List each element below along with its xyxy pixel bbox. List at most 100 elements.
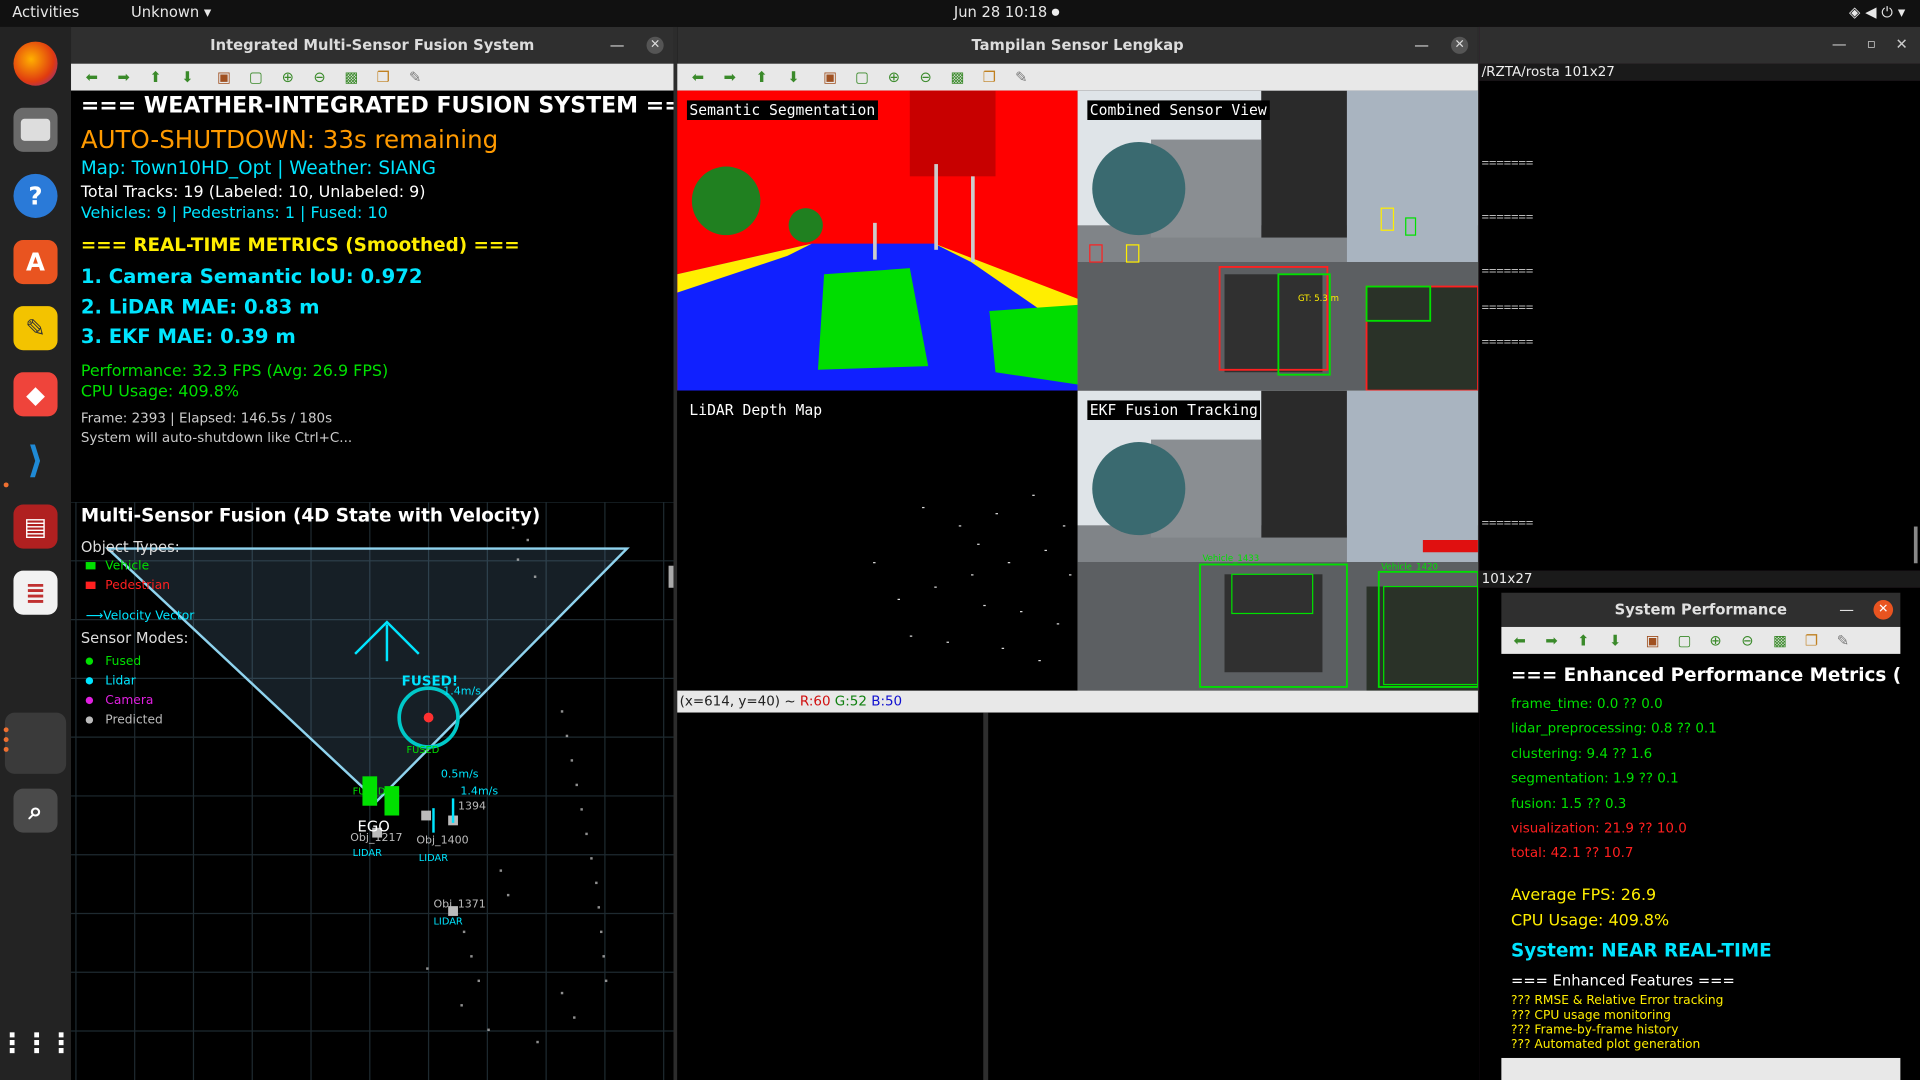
zoom-region-icon[interactable]: ▢	[853, 69, 870, 86]
lidar-dot	[85, 677, 94, 685]
track-label: Vehicle_1420	[1381, 562, 1439, 572]
perf-visualization: visualization: 21.9 ?? 10.0	[1511, 820, 1687, 837]
pan-down-icon[interactable]: ⬇	[179, 69, 196, 86]
save-icon[interactable]: ▩	[949, 69, 966, 86]
vscode-icon[interactable]: ⟩	[13, 438, 57, 482]
document-viewer-icon[interactable]: ≣	[13, 570, 58, 615]
note-text: System will auto-shutdown like Ctrl+C...	[80, 429, 353, 446]
fused-target-center	[423, 712, 434, 723]
performance-titlebar[interactable]: System Performance — ✕	[1501, 592, 1901, 627]
speed-label: 0.5m/s	[440, 768, 479, 782]
predicted-marker	[421, 810, 432, 821]
bev-panel: Multi-Sensor Fusion (4D State with Veloc…	[71, 502, 674, 1080]
segmentation-view[interactable]: Semantic Segmentation	[677, 90, 1078, 391]
copy-icon[interactable]: ❐	[375, 69, 392, 86]
close-button[interactable]: ✕	[646, 36, 664, 54]
minimize-button[interactable]: —	[1414, 27, 1429, 64]
minimize-button[interactable]: —	[610, 27, 625, 64]
legend-lidar-label: Lidar	[105, 674, 136, 689]
fov-cone	[104, 547, 630, 803]
files-icon[interactable]	[13, 107, 58, 152]
pan-down-icon[interactable]: ⬇	[1609, 632, 1621, 649]
sensor-window: Tampilan Sensor Lengkap — ✕ ⬅ ➡ ⬆ ⬇ ▣ ▢ …	[677, 26, 1478, 713]
firefox-icon[interactable]	[13, 41, 58, 86]
terminal-pane[interactable]: ======= ======= ======= ======= ======= …	[1479, 80, 1920, 571]
window-title: Tampilan Sensor Lengkap	[971, 36, 1184, 54]
show-apps-icon[interactable]: ⋮⋮⋮	[0, 1021, 75, 1065]
pan-right-icon[interactable]: ➡	[721, 69, 738, 86]
zoom-region-icon[interactable]: ▢	[1678, 632, 1692, 649]
zoom-out-icon[interactable]: ⊖	[917, 69, 934, 86]
legend-camera-label: Camera	[105, 694, 154, 708]
activities-button[interactable]: Activities	[12, 4, 79, 21]
active-app-icon[interactable]	[4, 712, 67, 774]
terminal-line: =======	[1481, 264, 1534, 278]
terminal-line: =======	[1481, 156, 1534, 171]
pan-left-icon[interactable]: ⬅	[83, 69, 100, 86]
legend-predicted-label: Predicted	[105, 713, 163, 728]
image-icon[interactable]: ▣	[1646, 632, 1660, 649]
save-icon[interactable]: ▩	[343, 69, 360, 86]
terminal-titlebar[interactable]: — ▫ ✕	[1479, 26, 1920, 64]
properties-icon[interactable]: ✎	[1837, 632, 1849, 649]
ekf-tracking-view[interactable]: EKF Fusion Tracking Vehicle_1433 Vehicle…	[1077, 390, 1478, 691]
properties-icon[interactable]: ✎	[1013, 69, 1030, 86]
copy-icon[interactable]: ❐	[981, 69, 998, 86]
window-scrollbar[interactable]	[668, 565, 674, 588]
status-panel: === WEATHER-INTEGRATED FUSION SYSTEM ===…	[71, 90, 674, 503]
performance-statusbar	[1501, 1057, 1901, 1080]
perf-heading: === Enhanced Performance Metrics (m	[1511, 663, 1901, 686]
track-label: Vehicle_1433	[1202, 553, 1260, 564]
speed-label: 1.4m/s	[460, 786, 499, 799]
lidar-depth-view[interactable]: LiDAR Depth Map	[677, 390, 1078, 691]
pan-up-icon[interactable]: ⬆	[147, 69, 164, 86]
monitor-icon[interactable]: ▤	[13, 504, 58, 549]
pan-left-icon[interactable]: ⬅	[1513, 632, 1525, 649]
fusion-window: Integrated Multi-Sensor Fusion System — …	[71, 26, 674, 1080]
pan-right-icon[interactable]: ➡	[1545, 632, 1557, 649]
search-app-icon[interactable]: ⌕	[13, 788, 58, 833]
zoom-region-icon[interactable]: ▢	[247, 69, 264, 86]
maximize-button[interactable]: ▫	[1867, 36, 1876, 52]
minimize-button[interactable]: —	[1832, 36, 1847, 53]
terminal-scrollbar[interactable]	[1913, 526, 1918, 564]
legend-camera: Camera	[85, 694, 154, 708]
pan-up-icon[interactable]: ⬆	[1577, 632, 1589, 649]
software-icon[interactable]: A	[13, 240, 58, 285]
zoom-out-icon[interactable]: ⊖	[311, 69, 328, 86]
image-icon[interactable]: ▣	[822, 69, 839, 86]
metrics-header: === REAL-TIME METRICS (Smoothed) ===	[80, 233, 520, 256]
features-header: === Enhanced Features ===	[1511, 972, 1735, 990]
sensor-window-titlebar[interactable]: Tampilan Sensor Lengkap — ✕	[677, 26, 1478, 64]
image-icon[interactable]: ▣	[216, 69, 233, 86]
header-text: === WEATHER-INTEGRATED FUSION SYSTEM ===	[80, 93, 674, 119]
clock[interactable]: Jun 28 10:18	[954, 4, 1047, 21]
properties-icon[interactable]: ✎	[407, 69, 424, 86]
running-indicator	[3, 746, 9, 752]
text-editor-icon[interactable]: ✎	[13, 306, 58, 351]
app-menu[interactable]: Unknown ▾	[131, 4, 211, 21]
close-button[interactable]: ✕	[1895, 36, 1907, 53]
fusion-window-titlebar[interactable]: Integrated Multi-Sensor Fusion System — …	[71, 26, 674, 64]
zoom-out-icon[interactable]: ⊖	[1741, 632, 1753, 649]
system-menu[interactable]: ◈◀⏻▾	[1849, 4, 1910, 22]
zoom-in-icon[interactable]: ⊕	[1709, 632, 1721, 649]
minimize-button[interactable]: —	[1839, 593, 1854, 627]
volume-icon: ◀	[1865, 3, 1882, 21]
feature-item: ??? Automated plot generation	[1511, 1038, 1701, 1052]
close-button[interactable]: ✕	[1873, 600, 1894, 620]
zoom-in-icon[interactable]: ⊕	[279, 69, 296, 86]
zoom-in-icon[interactable]: ⊕	[885, 69, 902, 86]
terminal-pane-title: /RZTA/rosta 101x27	[1479, 63, 1920, 81]
help-icon[interactable]: ?	[13, 173, 58, 218]
pan-up-icon[interactable]: ⬆	[753, 69, 770, 86]
terminal-line: =======	[1481, 301, 1534, 315]
anydesk-icon[interactable]: ◆	[13, 372, 58, 417]
close-button[interactable]: ✕	[1451, 36, 1469, 54]
copy-icon[interactable]: ❐	[1805, 632, 1818, 649]
save-icon[interactable]: ▩	[1773, 632, 1787, 649]
pan-down-icon[interactable]: ⬇	[785, 69, 802, 86]
combined-view[interactable]: Combined Sensor View GT: 5.3 m	[1077, 90, 1478, 391]
pan-left-icon[interactable]: ⬅	[689, 69, 706, 86]
pan-right-icon[interactable]: ➡	[115, 69, 132, 86]
